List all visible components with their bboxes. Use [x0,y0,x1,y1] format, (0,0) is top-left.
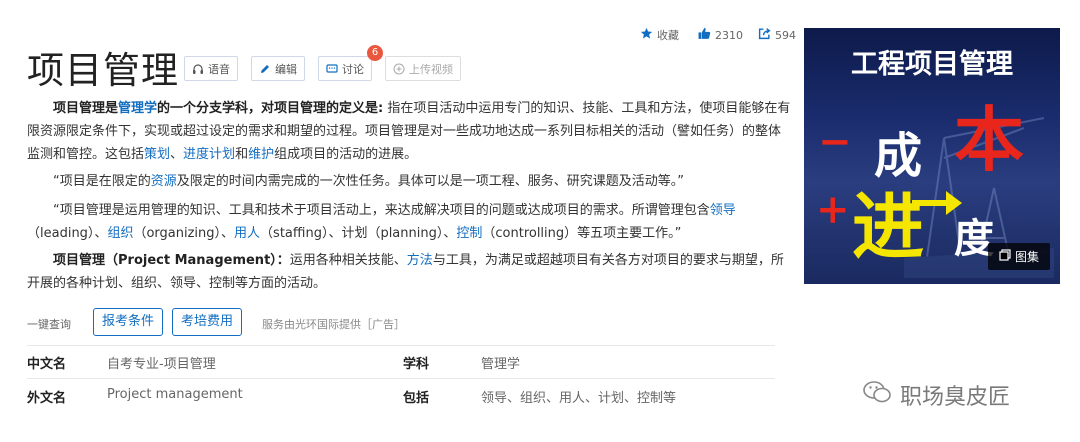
info-key-chinese-name: 中文名 [27,357,67,372]
body-text: 组成项目的活动的进展。 [274,147,418,162]
english-definition-paragraph: 项目管理（Project Management）：运用各种相关技能、方法与工具，… [27,249,792,295]
minus-sign: − [818,118,852,165]
plus-sign: + [816,186,850,233]
favorite-button[interactable]: 收藏 [640,27,679,43]
voice-label: 语音 [208,62,230,76]
body-text: “项目管理是运用管理的知识、工具和技术于项目活动上，来达成解决项目的问题或达成项… [53,203,710,218]
like-count: 2310 [715,28,743,42]
page-title: 项目管理 [27,49,179,92]
gallery-icon [999,249,1011,264]
link-methods[interactable]: 方法 [407,253,433,268]
discuss-button[interactable]: 讨论 [318,56,372,81]
jin-character: 进 [852,184,925,269]
voice-button[interactable]: 语音 [184,56,238,81]
info-key-foreign-name: 外文名 [27,391,67,406]
training-fee-button[interactable]: 考培费用 [172,308,243,336]
body-text: 和 [235,147,249,162]
share-count: 594 [775,28,796,42]
bold-text: 项目管理（Project Management）： [53,253,290,268]
discuss-label: 讨论 [342,62,364,76]
info-value-chinese-name: 自考专业-项目管理 [107,357,216,372]
bold-text: 项目管理是 [53,101,119,116]
share-icon [758,27,771,43]
body-text: “项目是在限定的 [53,174,151,189]
upload-video-label: 上传视频 [409,62,453,76]
info-value-foreign-name: Project management [107,387,243,402]
thumbs-up-icon [698,27,711,43]
ad-provider-text: 服务由光环国际提供［广告］ [262,318,405,331]
info-divider-top [27,345,775,346]
bold-text: 的一个分支学科，对项目管理的定义是: [157,101,384,116]
link-schedule[interactable]: 进度计划 [183,147,235,162]
body-text: （staffing）、计划（planning）、 [260,226,457,241]
info-value-includes: 领导、组织、用人、计划、控制等 [481,391,677,406]
body-text: （controlling）等五项主要工作。” [482,226,682,241]
headphones-icon [192,63,204,75]
link-organizing[interactable]: 组织 [107,226,133,241]
link-management-science[interactable]: 管理学 [118,101,157,116]
edit-button[interactable]: 编辑 [251,56,305,81]
info-key-discipline: 学科 [403,357,430,372]
discuss-count-badge: 6 [367,45,383,61]
gallery-label: 图集 [1014,250,1039,264]
ben-character: 本 [954,98,1024,181]
link-staffing[interactable]: 用人 [234,226,260,241]
gallery-button[interactable]: 图集 [988,243,1050,270]
link-leading[interactable]: 领导 [710,203,736,218]
pencil-icon [259,63,271,75]
link-maintenance[interactable]: 维护 [248,147,274,162]
body-text: 、 [170,147,184,162]
wechat-icon [862,379,892,411]
info-value-discipline: 管理学 [481,357,521,372]
plus-circle-icon [393,63,405,75]
like-button[interactable]: 2310 [698,27,743,43]
body-text: 及限定的时间内需完成的一次性任务。具体可以是一项工程、服务、研究课题及活动等。” [176,174,685,189]
link-planning[interactable]: 策划 [144,147,170,162]
upload-video-button[interactable]: 上传视频 [385,56,461,81]
share-button[interactable]: 594 [758,27,796,43]
image-title-text: 工程项目管理 [851,49,1013,80]
body-text: （organizing）、 [133,226,235,241]
quick-query-label: 一键查询 [27,318,71,331]
watermark: 职场臭皮匠 [862,379,1010,411]
favorite-label: 收藏 [657,29,679,42]
quote-paragraph-2: “项目管理是运用管理的知识、工具和技术于项目活动上，来达成解决项目的问题或达成项… [27,199,792,245]
body-text: （leading）、 [27,226,108,241]
body-text: 运用各种相关技能、 [289,253,407,268]
comment-icon [326,63,338,75]
quote-paragraph-1: “项目是在限定的资源及限定的时间内需完成的一次性任务。具体可以是一项工程、服务、… [27,170,792,193]
link-controlling[interactable]: 控制 [456,226,482,241]
info-divider-middle [27,378,775,379]
info-key-includes: 包括 [403,391,430,406]
edit-label: 编辑 [275,62,297,76]
exam-conditions-button[interactable]: 报考条件 [93,308,164,336]
link-resources[interactable]: 资源 [151,174,177,189]
baike-entry-page: 项目管理 语音 编辑 讨论 6 上传视频 收藏 2310 594 项目管理是管理… [0,0,1080,442]
watermark-text: 职场臭皮匠 [900,385,1011,410]
star-icon [640,27,653,43]
definition-paragraph: 项目管理是管理学的一个分支学科，对项目管理的定义是: 指在项目活动中运用专门的知… [27,97,792,166]
